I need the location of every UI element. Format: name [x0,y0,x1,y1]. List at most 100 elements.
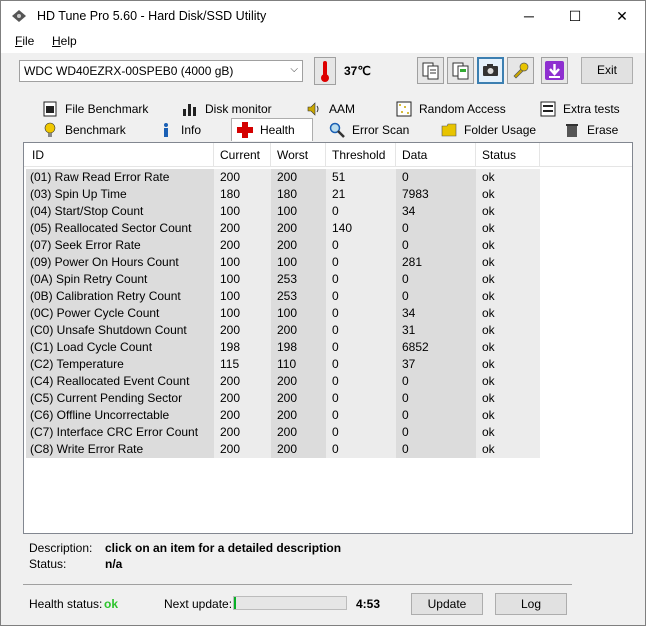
column-header-threshold[interactable]: Threshold [326,143,396,167]
minimize-button[interactable]: ─ [506,1,552,31]
table-row[interactable]: (09) Power On Hours Count 100 100 0 281 ok [24,254,632,271]
table-row[interactable]: (C2) Temperature 115 110 0 37 ok [24,356,632,373]
health-cross-icon [237,122,253,138]
cell-worst: 200 [271,407,326,424]
cell-id: (0A) Spin Retry Count [26,271,214,288]
settings-button[interactable] [507,57,534,84]
cell-threshold: 51 [326,169,396,186]
table-row[interactable]: (07) Seek Error Rate 200 200 0 0 ok [24,237,632,254]
cell-id: (C4) Reallocated Event Count [26,373,214,390]
cell-current: 200 [214,390,271,407]
update-button[interactable]: Update [411,593,483,615]
cell-data: 34 [396,305,476,322]
cell-current: 100 [214,254,271,271]
maximize-button[interactable]: ☐ [552,1,598,31]
tab-label: Benchmark [65,123,126,137]
cell-current: 200 [214,424,271,441]
divider [23,584,572,585]
cell-worst: 200 [271,441,326,458]
cell-data: 0 [396,288,476,305]
save-button[interactable] [541,57,568,84]
cell-data: 6852 [396,339,476,356]
folder-icon [441,123,457,137]
cell-id: (05) Reallocated Sector Count [26,220,214,237]
cell-status: ok [476,305,540,322]
cell-worst: 253 [271,271,326,288]
cell-data: 0 [396,237,476,254]
cell-data: 34 [396,203,476,220]
screenshot-camera-icon [483,64,498,76]
table-row[interactable]: (C1) Load Cycle Count 198 198 0 6852 ok [24,339,632,356]
cell-worst: 180 [271,186,326,203]
table-row[interactable]: (01) Raw Read Error Rate 200 200 51 0 ok [24,169,632,186]
cell-threshold: 0 [326,254,396,271]
cell-status: ok [476,356,540,373]
tab-label: AAM [329,102,356,116]
cell-worst: 253 [271,288,326,305]
menu-file[interactable]: File [15,34,34,48]
table-row[interactable]: (0A) Spin Retry Count 100 253 0 0 ok [24,271,632,288]
tab-label: File Benchmark [65,102,149,116]
table-row[interactable]: (05) Reallocated Sector Count 200 200 140 0 o… [24,220,632,237]
copy-text-button[interactable] [417,57,444,84]
column-header-current[interactable]: Current [214,143,271,167]
table-row[interactable]: (03) Spin Up Time 180 180 21 7983 ok [24,186,632,203]
menu-bar: File Help [1,31,645,53]
cell-current: 200 [214,220,271,237]
cell-id: (C6) Offline Uncorrectable [26,407,214,424]
cell-id: (04) Start/Stop Count [26,203,214,220]
cell-id: (07) Seek Error Rate [26,237,214,254]
screenshot-button[interactable] [477,57,504,84]
cell-id: (C7) Interface CRC Error Count [26,424,214,441]
smart-table[interactable]: ID Current Worst Threshold Data Status (… [23,142,633,534]
column-header-status[interactable]: Status [476,143,540,167]
cell-status: ok [476,288,540,305]
cell-data: 0 [396,407,476,424]
cell-status: ok [476,237,540,254]
menu-help[interactable]: Help [52,34,77,48]
log-button[interactable]: Log [495,593,567,615]
cell-status: ok [476,169,540,186]
cell-threshold: 0 [326,424,396,441]
table-row[interactable]: (04) Start/Stop Count 100 100 0 34 ok [24,203,632,220]
table-header: ID Current Worst Threshold Data Status [24,143,632,167]
tab-label: Health [260,123,295,137]
cell-data: 37 [396,356,476,373]
info-icon [164,123,168,137]
table-row[interactable]: (C4) Reallocated Event Count 200 200 0 0 ok [24,373,632,390]
cell-id: (C0) Unsafe Shutdown Count [26,322,214,339]
cell-worst: 200 [271,390,326,407]
tab-label: Info [181,123,202,137]
column-header-data[interactable]: Data [396,143,476,167]
drive-select[interactable]: WDC WD40EZRX-00SPEB0 (4000 gB) ⌵ [19,60,303,82]
close-button[interactable]: ✕ [599,1,645,31]
table-row[interactable]: (0C) Power Cycle Count 100 100 0 34 ok [24,305,632,322]
next-update-label: Next update: [164,597,233,611]
cell-current: 180 [214,186,271,203]
cell-current: 100 [214,203,271,220]
drive-select-value: WDC WD40EZRX-00SPEB0 (4000 gB) [24,64,234,78]
status-value: n/a [105,557,123,571]
tab-label: Folder Usage [464,123,537,137]
footer-bar: Health status: ok Next update: 4:53 Upda… [23,587,633,621]
column-header-id[interactable]: ID [26,143,214,167]
table-row[interactable]: (C5) Current Pending Sector 200 200 0 0 ok [24,390,632,407]
cell-threshold: 0 [326,271,396,288]
cell-current: 200 [214,441,271,458]
cell-id: (C8) Write Error Rate [26,441,214,458]
column-header-worst[interactable]: Worst [271,143,326,167]
description-label: Description: [29,541,93,555]
exit-button[interactable]: Exit [581,57,633,84]
cell-status: ok [476,407,540,424]
table-row[interactable]: (C0) Unsafe Shutdown Count 200 200 0 31 ok [24,322,632,339]
copy-text-icon [422,62,439,80]
table-row[interactable]: (C6) Offline Uncorrectable 200 200 0 0 ok [24,407,632,424]
toolbar: WDC WD40EZRX-00SPEB0 (4000 gB) ⌵ 37℃ Exi… [1,53,645,95]
table-row[interactable]: (C8) Write Error Rate 200 200 0 0 ok [24,441,632,458]
copy-info-button[interactable] [447,57,474,84]
cell-current: 200 [214,322,271,339]
cell-threshold: 0 [326,390,396,407]
table-row[interactable]: (C7) Interface CRC Error Count 200 200 0 0 ok [24,424,632,441]
tab-health[interactable]: Health [231,118,313,141]
table-row[interactable]: (0B) Calibration Retry Count 100 253 0 0 ok [24,288,632,305]
